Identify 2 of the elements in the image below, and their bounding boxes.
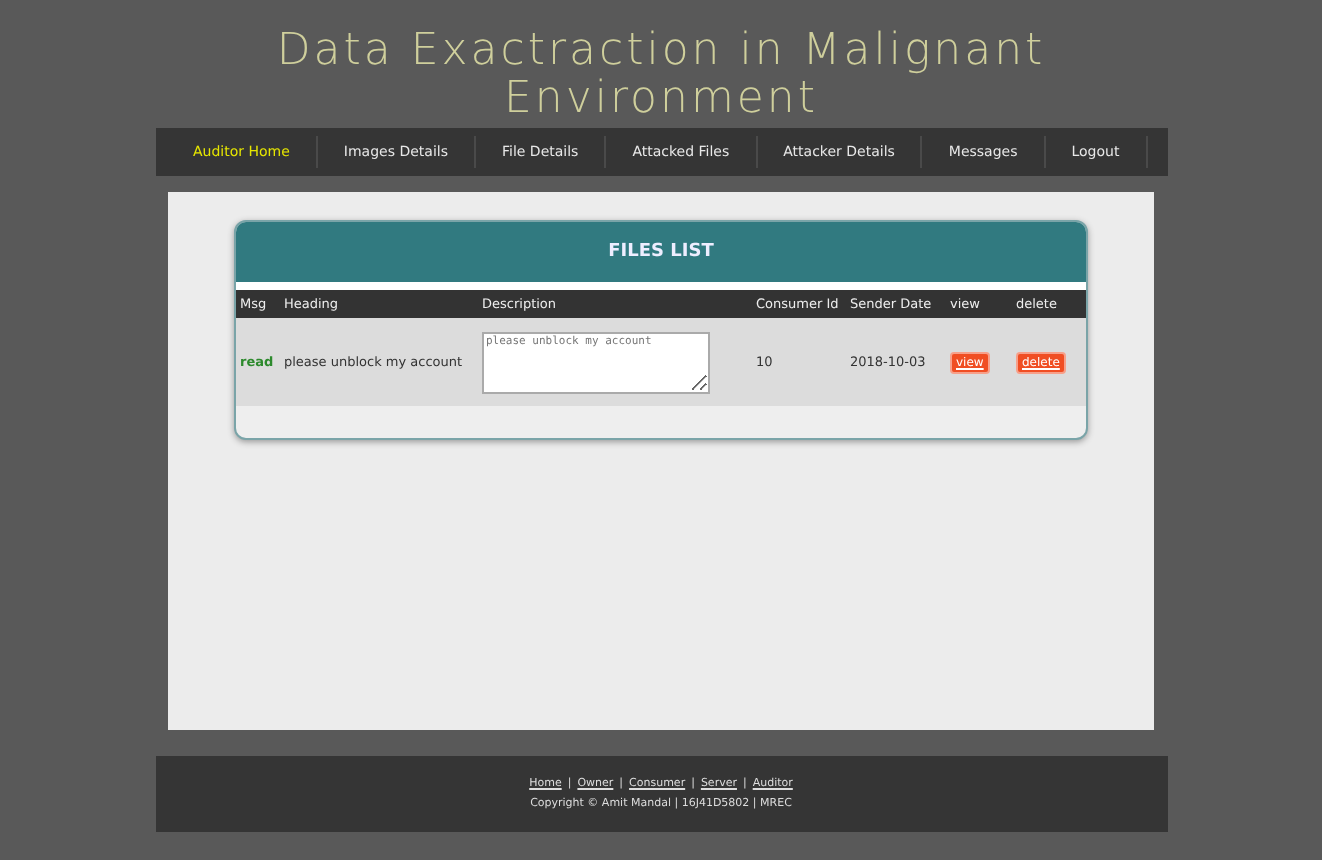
site-title: Data Exactraction in Malignant Environment: [274, 28, 1048, 124]
card-title: FILES LIST: [236, 222, 1086, 290]
